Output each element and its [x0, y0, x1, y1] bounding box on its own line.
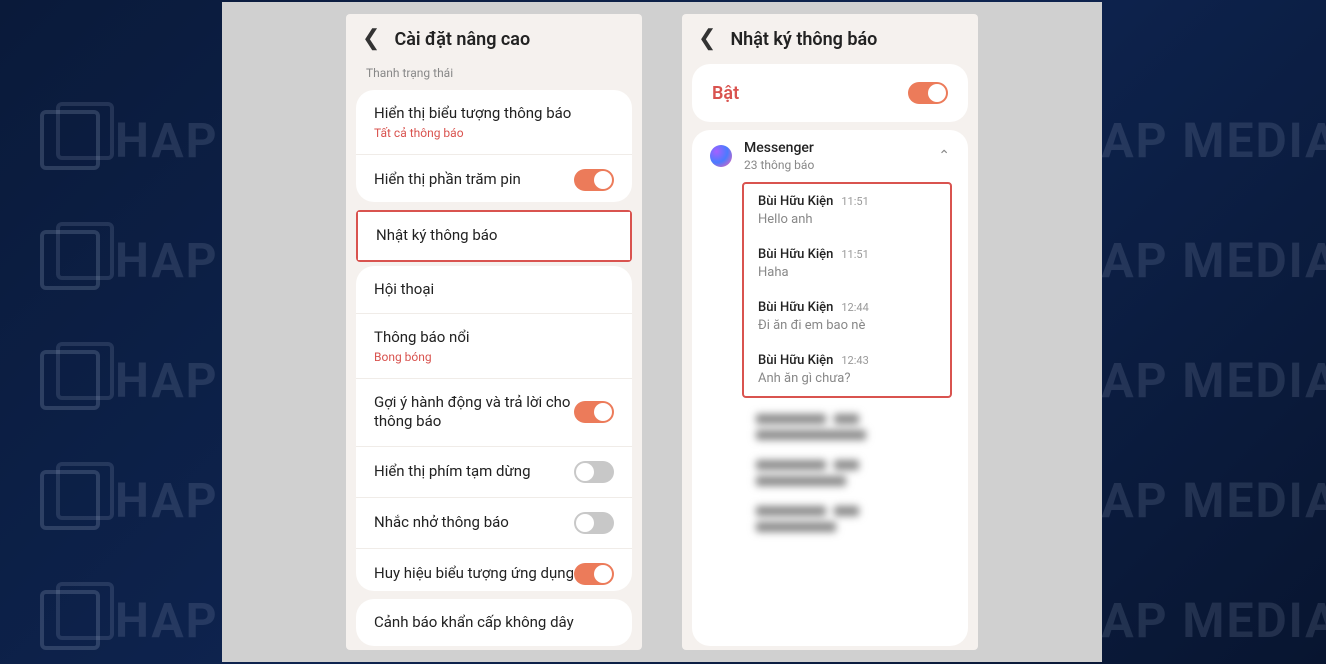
toggle-badge[interactable] — [574, 563, 614, 585]
notif-time: 12:44 — [841, 301, 868, 314]
enable-label: Bật — [712, 83, 739, 104]
phone-right: ❮ Nhật ký thông báo Bật Messenger 23 thô… — [682, 14, 978, 650]
messenger-icon — [710, 145, 732, 167]
notif-time: 12:43 — [841, 354, 868, 367]
row-badge[interactable]: Huy hiệu biểu tượng ứng dụng — [356, 549, 632, 591]
screenshots-panel: ❮ Cài đặt nâng cao Thanh trạng thái Hiển… — [222, 2, 1102, 662]
back-icon[interactable]: ❮ — [362, 28, 380, 50]
header-left: ❮ Cài đặt nâng cao — [346, 14, 642, 60]
card-status-bar: Hiển thị biểu tượng thông báo Tất cả thô… — [356, 90, 632, 202]
row-pause[interactable]: Hiển thị phím tạm dừng — [356, 447, 632, 498]
row-title: Nhật ký thông báo — [376, 226, 612, 246]
card-emergency: Cảnh báo khẩn cấp không dây — [356, 599, 632, 646]
section-label: Thanh trạng thái — [346, 60, 642, 86]
blurred-notifs — [742, 404, 952, 542]
app-name: Messenger — [744, 140, 926, 156]
notif-item[interactable]: Bùi Hữu Kiện 12:44 Đi ăn đi em bao nè — [744, 290, 950, 343]
page-title: Cài đặt nâng cao — [394, 29, 530, 50]
toggle-enable[interactable] — [908, 82, 948, 104]
toggle-suggest[interactable] — [574, 401, 614, 423]
row-title: Gợi ý hành động và trả lời cho thông báo — [374, 393, 574, 432]
row-title: Hội thoại — [374, 280, 614, 300]
toggle-pause[interactable] — [574, 461, 614, 483]
chevron-up-icon[interactable]: ⌃ — [938, 148, 950, 164]
app-header[interactable]: Messenger 23 thông báo ⌃ — [692, 130, 968, 178]
phone-left: ❮ Cài đặt nâng cao Thanh trạng thái Hiển… — [346, 14, 642, 650]
row-title: Hiển thị biểu tượng thông báo — [374, 104, 614, 124]
row-emergency[interactable]: Cảnh báo khẩn cấp không dây — [356, 599, 632, 646]
row-sub: Bong bóng — [374, 350, 614, 364]
row-title: Hiển thị phím tạm dừng — [374, 462, 574, 482]
row-conversation[interactable]: Hội thoại — [356, 266, 632, 315]
blurred-item — [742, 450, 952, 496]
row-title: Thông báo nổi — [374, 328, 614, 348]
notif-item[interactable]: Bùi Hữu Kiện 11:51 Haha — [744, 237, 950, 290]
notif-sender: Bùi Hữu Kiện — [758, 300, 833, 315]
back-icon[interactable]: ❮ — [698, 28, 716, 50]
row-enable[interactable]: Bật — [692, 64, 968, 122]
row-suggest[interactable]: Gợi ý hành động và trả lời cho thông báo — [356, 379, 632, 447]
card-main: Hội thoại Thông báo nổi Bong bóng Gợi ý … — [356, 266, 632, 591]
toggle-battery-pct[interactable] — [574, 169, 614, 191]
highlight-notif-log: Nhật ký thông báo — [356, 210, 632, 262]
notif-item[interactable]: Bùi Hữu Kiện 12:43 Anh ăn gì chưa? — [744, 343, 950, 396]
blurred-item — [742, 404, 952, 450]
row-notif-log[interactable]: Nhật ký thông báo — [358, 212, 630, 260]
notif-msg: Đi ăn đi em bao nè — [758, 318, 936, 333]
header-right: ❮ Nhật ký thông báo — [682, 14, 978, 60]
notif-msg: Anh ăn gì chưa? — [758, 371, 936, 386]
row-remind[interactable]: Nhắc nhở thông báo — [356, 498, 632, 549]
card-log: Messenger 23 thông báo ⌃ Bùi Hữu Kiện 11… — [692, 130, 968, 646]
blurred-item — [742, 496, 952, 542]
notif-item[interactable]: Bùi Hữu Kiện 11:51 Hello anh — [744, 184, 950, 237]
row-title: Nhắc nhở thông báo — [374, 513, 574, 533]
notif-sender: Bùi Hữu Kiện — [758, 194, 833, 209]
row-battery-pct[interactable]: Hiển thị phần trăm pin — [356, 155, 632, 202]
page-title: Nhật ký thông báo — [730, 29, 877, 50]
row-floating[interactable]: Thông báo nổi Bong bóng — [356, 314, 632, 379]
notif-sender: Bùi Hữu Kiện — [758, 353, 833, 368]
card-enable: Bật — [692, 64, 968, 122]
app-count: 23 thông báo — [744, 158, 926, 172]
row-title: Cảnh báo khẩn cấp không dây — [374, 613, 614, 633]
notif-sender: Bùi Hữu Kiện — [758, 247, 833, 262]
row-title: Huy hiệu biểu tượng ứng dụng — [374, 564, 574, 584]
notif-msg: Hello anh — [758, 212, 936, 227]
notif-time: 11:51 — [841, 248, 868, 261]
toggle-remind[interactable] — [574, 512, 614, 534]
row-title: Hiển thị phần trăm pin — [374, 170, 574, 190]
row-sub: Tất cả thông báo — [374, 126, 614, 140]
highlight-notif-list: Bùi Hữu Kiện 11:51 Hello anh Bùi Hữu Kiệ… — [742, 182, 952, 398]
row-icon-display[interactable]: Hiển thị biểu tượng thông báo Tất cả thô… — [356, 90, 632, 155]
notif-msg: Haha — [758, 265, 936, 280]
notif-time: 11:51 — [841, 195, 868, 208]
